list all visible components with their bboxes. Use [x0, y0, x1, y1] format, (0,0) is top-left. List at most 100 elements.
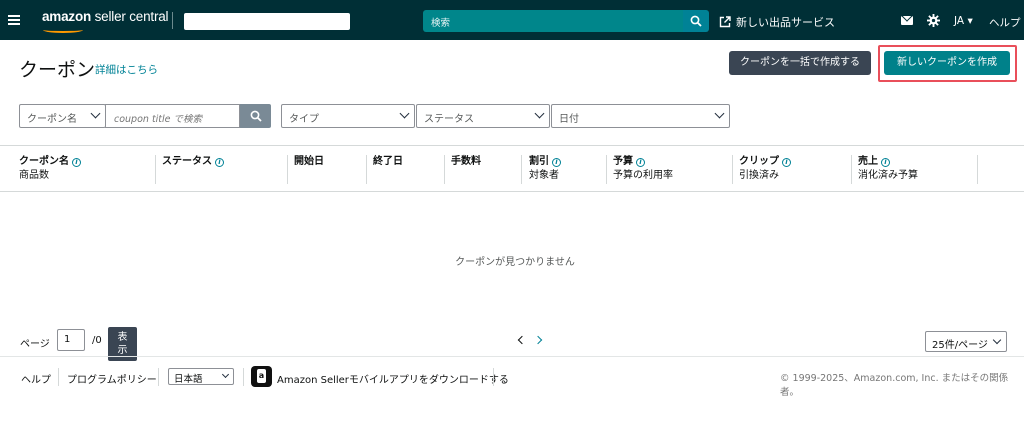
- column-separator: [287, 155, 288, 184]
- copyright-text: © 1999-2025、Amazon.com, Inc. またはその関係者。: [780, 373, 1009, 398]
- column-sublabel: 消化済み予算: [858, 170, 918, 181]
- hamburger-menu-icon[interactable]: [8, 15, 20, 25]
- divider: [172, 12, 173, 29]
- column-label: 終了日: [373, 156, 403, 167]
- coupon-search-input[interactable]: coupon title で検索: [105, 104, 240, 128]
- chevron-down-icon: [90, 108, 101, 119]
- column-label: クリップ: [739, 156, 779, 167]
- search-button[interactable]: [683, 10, 709, 32]
- type-filter-select[interactable]: タイプ: [281, 104, 415, 128]
- info-icon[interactable]: i: [636, 157, 645, 167]
- footer-separator: [58, 368, 59, 386]
- info-icon[interactable]: i: [552, 157, 561, 167]
- status-filter-label: ステータス: [424, 114, 474, 125]
- column-label: 手数料: [451, 156, 481, 167]
- help-link[interactable]: ヘルプ: [989, 15, 1021, 30]
- column-separator: [606, 155, 607, 184]
- date-filter-select[interactable]: 日付: [551, 104, 730, 128]
- marketplace-selector[interactable]: [184, 13, 350, 30]
- type-filter-label: タイプ: [289, 114, 319, 125]
- column-sublabel: 予算の利用率: [613, 170, 673, 181]
- footer-separator: [243, 368, 244, 386]
- details-link[interactable]: 詳細はこちら: [95, 62, 158, 77]
- chevron-right-icon[interactable]: [533, 335, 543, 345]
- chevron-down-icon: [714, 108, 725, 119]
- footer-help-link[interactable]: ヘルプ: [21, 371, 51, 386]
- global-search-input[interactable]: 検索: [423, 10, 685, 32]
- column-separator: [366, 155, 367, 184]
- column-start-date[interactable]: 開始日: [294, 155, 324, 169]
- column-label: 予算: [613, 156, 633, 167]
- coupon-search-button[interactable]: [240, 104, 271, 128]
- language-label: JA: [954, 15, 965, 27]
- column-budget[interactable]: 予算 i 予算の利用率: [613, 155, 673, 183]
- column-separator: [977, 155, 978, 184]
- chevron-down-icon: [221, 370, 230, 379]
- language-menu[interactable]: JA ▾: [954, 15, 973, 27]
- column-sales[interactable]: 売上 i 消化済み予算: [858, 155, 918, 183]
- column-sublabel: 引換済み: [739, 170, 779, 181]
- info-icon[interactable]: i: [782, 157, 791, 167]
- column-end-date[interactable]: 終了日: [373, 155, 403, 169]
- new-listing-services-link[interactable]: 新しい出品サービス: [719, 14, 835, 30]
- column-coupon-name[interactable]: クーポン名 i 商品数: [19, 155, 81, 183]
- column-label: 開始日: [294, 156, 324, 167]
- seller-central-logo[interactable]: amazon seller central: [42, 9, 169, 24]
- footer-separator: [493, 368, 494, 386]
- column-sublabel: 商品数: [19, 170, 49, 181]
- mobile-app-icon[interactable]: a: [251, 366, 272, 387]
- info-icon[interactable]: i: [881, 157, 890, 167]
- info-icon[interactable]: i: [72, 157, 81, 167]
- app-download-link[interactable]: Amazon Sellerモバイルアプリをダウンロードする: [277, 371, 509, 386]
- table-top-border: [0, 145, 1024, 146]
- external-link-icon: [719, 16, 731, 28]
- footer-divider: [0, 356, 1024, 357]
- column-fee[interactable]: 手数料: [451, 155, 481, 169]
- create-coupon-button[interactable]: 新しいクーポンを作成: [884, 51, 1010, 75]
- column-separator: [155, 155, 156, 184]
- page-total: /0: [92, 335, 102, 346]
- page-label: ページ: [20, 339, 50, 350]
- table-header-border: [0, 191, 1024, 192]
- mail-icon[interactable]: [901, 16, 913, 25]
- chevron-down-icon: [992, 335, 1002, 345]
- search-icon: [690, 15, 702, 27]
- footer-language-select[interactable]: 日本語: [168, 368, 234, 385]
- new-listing-label: 新しい出品サービス: [736, 16, 835, 29]
- program-policy-link[interactable]: プログラムポリシー: [67, 371, 157, 386]
- search-field-label: クーポン名: [27, 114, 77, 125]
- column-discount[interactable]: 割引 i 対象者: [529, 155, 561, 183]
- column-label: ステータス: [162, 156, 212, 167]
- column-label: 割引: [529, 156, 549, 167]
- gear-icon[interactable]: [927, 14, 940, 27]
- chevron-left-icon[interactable]: [517, 335, 527, 345]
- status-filter-select[interactable]: ステータス: [416, 104, 550, 128]
- column-separator: [521, 155, 522, 184]
- chevron-down-icon: [399, 108, 410, 119]
- column-separator: [851, 155, 852, 184]
- column-clips[interactable]: クリップ i 引換済み: [739, 155, 791, 183]
- page-number-input[interactable]: 1: [57, 329, 85, 351]
- column-separator: [444, 155, 445, 184]
- column-sublabel: 対象者: [529, 170, 559, 181]
- per-page-select[interactable]: 25件/ページ: [925, 331, 1007, 352]
- column-status[interactable]: ステータス i: [162, 155, 224, 169]
- chevron-down-icon: [534, 108, 545, 119]
- top-navigation-bar: amazon seller central 検索 新しい出品サービス JA ▾ …: [0, 0, 1024, 40]
- per-page-label: 25件/ページ: [932, 340, 988, 351]
- logo-smile-icon: [43, 27, 83, 33]
- show-label-line1: 表: [117, 332, 128, 343]
- search-field-select[interactable]: クーポン名: [19, 104, 106, 128]
- bulk-create-button[interactable]: クーポンを一括で作成する: [729, 51, 871, 75]
- date-filter-label: 日付: [559, 114, 579, 125]
- logo-sub-text: seller central: [91, 9, 169, 24]
- caret-down-icon: ▾: [967, 15, 973, 27]
- column-label: 売上: [858, 156, 878, 167]
- search-icon: [250, 110, 262, 122]
- page-title: クーポン: [19, 59, 96, 81]
- footer-separator: [158, 368, 159, 386]
- info-icon[interactable]: i: [215, 157, 224, 167]
- logo-main-text: amazon: [42, 9, 92, 24]
- column-separator: [732, 155, 733, 184]
- footer-language-label: 日本語: [174, 374, 203, 385]
